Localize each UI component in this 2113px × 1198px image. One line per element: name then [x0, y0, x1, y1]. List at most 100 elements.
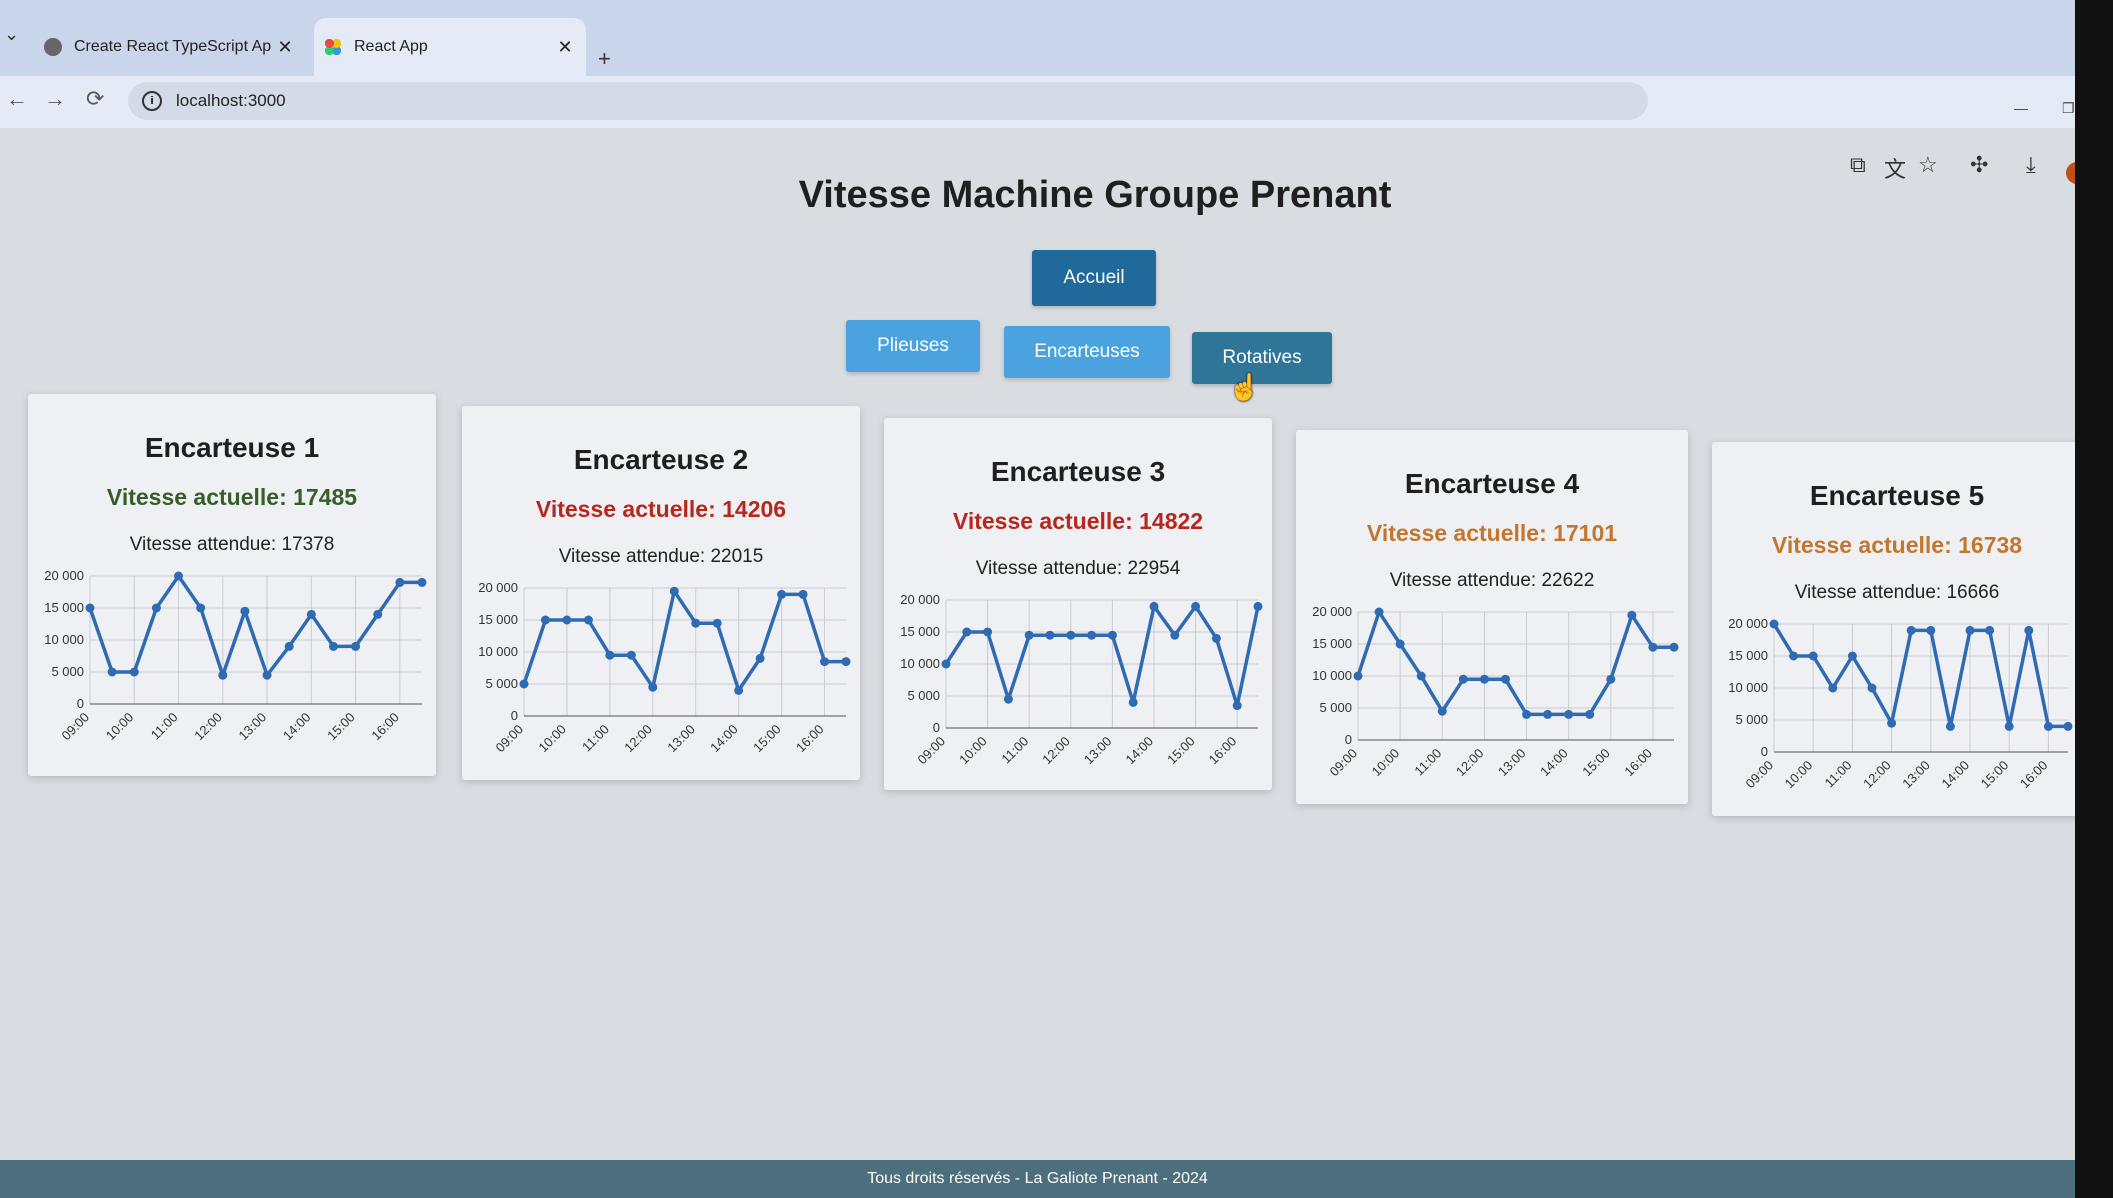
restore-icon[interactable]: ❐	[2062, 100, 2075, 117]
tab-create-react-app[interactable]: Create React TypeScript App ✕	[34, 18, 306, 76]
nav-rotatives-button[interactable]: Rotatives	[1192, 332, 1332, 384]
x-tick-label: 12:00	[191, 710, 225, 744]
current-speed: Vitesse actuelle: 17101	[1366, 520, 1618, 546]
data-point	[1232, 701, 1242, 711]
data-point	[284, 641, 294, 651]
speed-line-chart: 05 00010 00015 00020 00009:00 10:00 11:00 1…	[44, 568, 427, 744]
info-icon[interactable]: i	[142, 91, 162, 111]
x-tick-label: 12:00	[1039, 734, 1073, 768]
y-tick-label: 20 000	[1312, 604, 1352, 619]
x-tick-label: 09:00	[915, 734, 949, 768]
machine-title: Encarteuse 5	[1809, 480, 1985, 511]
speed-series-line	[1356, 610, 1674, 717]
machine-title: Encarteuse 4	[1404, 468, 1580, 499]
data-point	[1191, 601, 1201, 611]
data-point	[1253, 601, 1263, 611]
data-point	[1606, 674, 1616, 684]
tab-close-icon[interactable]: ✕	[552, 37, 578, 58]
data-point	[734, 685, 744, 695]
data-point	[1789, 651, 1799, 661]
data-point	[1395, 639, 1405, 649]
hand-cursor-icon: ☝	[1228, 372, 1261, 402]
data-point	[417, 577, 427, 587]
expected-speed: Vitesse attendue: 22954	[975, 558, 1181, 579]
nav-encarteuses-button[interactable]: Encarteuses	[1004, 326, 1170, 378]
x-tick-label: 15:00	[1579, 746, 1613, 780]
data-point	[240, 606, 250, 616]
machine-card: Encarteuse 4 Vitesse actuelle: 17101 Vites…	[1296, 430, 1688, 804]
new-tab-button[interactable]: +	[598, 46, 611, 72]
y-tick-label: 15 000	[44, 600, 84, 615]
data-point	[1828, 683, 1838, 693]
page-content: Vitesse Machine Groupe Prenant Accueil P…	[0, 128, 2075, 1198]
data-point	[2063, 721, 2073, 731]
x-tick-label: 16:00	[1621, 746, 1655, 780]
current-speed: Vitesse actuelle: 14206	[535, 496, 787, 522]
address-bar[interactable]: i localhost:3000	[128, 82, 1648, 120]
y-tick-label: 10 000	[900, 656, 940, 671]
speed-series-line	[1772, 623, 2068, 729]
data-point	[1847, 651, 1857, 661]
data-point	[218, 670, 228, 680]
nav-plieuses-button[interactable]: Plieuses	[846, 320, 980, 372]
react-favicon-icon	[44, 38, 62, 56]
data-point	[129, 667, 139, 677]
data-point	[1353, 671, 1363, 681]
browser-toolbar: ← → ⟳ i localhost:3000	[0, 76, 2075, 128]
reload-icon[interactable]: ⟳	[86, 86, 104, 112]
data-point	[1374, 607, 1384, 617]
y-tick-label: 0	[933, 720, 940, 735]
y-tick-label: 5 000	[485, 676, 518, 691]
x-tick-label: 16:00	[2017, 758, 2051, 792]
data-point	[1926, 625, 1936, 635]
data-point	[1965, 625, 1975, 635]
y-tick-label: 5 000	[1319, 700, 1352, 715]
tab-strip: ⌄ Create React TypeScript App ✕ React Ap…	[0, 0, 2075, 78]
machine-title: Encarteuse 2	[573, 444, 749, 475]
x-tick-label: 10:00	[1782, 758, 1816, 792]
y-tick-label: 10 000	[478, 644, 518, 659]
data-point	[1024, 630, 1034, 640]
data-point	[1543, 709, 1553, 719]
data-point	[1170, 630, 1180, 640]
tab-react-app[interactable]: React App ✕	[314, 18, 586, 76]
expected-speed: Vitesse attendue: 17378	[129, 534, 335, 555]
speed-line-chart: 05 00010 00015 00020 00009:00 10:00 11:00 1…	[1312, 604, 1679, 780]
y-tick-label: 0	[77, 696, 84, 711]
data-point	[107, 667, 117, 677]
tab-close-icon[interactable]: ✕	[272, 37, 298, 58]
y-tick-label: 15 000	[900, 624, 940, 639]
data-point	[519, 679, 529, 689]
data-point	[798, 589, 808, 599]
data-point	[1522, 709, 1532, 719]
browser-window: ⌄ Create React TypeScript App ✕ React Ap…	[0, 0, 2075, 1198]
monitor-bezel	[2075, 0, 2113, 1198]
speed-series-line	[88, 574, 422, 677]
y-tick-label: 20 000	[900, 592, 940, 607]
data-point	[941, 659, 951, 669]
data-point	[174, 571, 184, 581]
x-tick-label: 11:00	[579, 722, 612, 755]
data-point	[1416, 671, 1426, 681]
data-point	[1867, 683, 1877, 693]
speed-line-chart: 05 00010 00015 00020 00009:00 10:00 11:00 1…	[1728, 616, 2073, 792]
app-favicon-icon	[324, 38, 342, 56]
tab-search-icon[interactable]: ⌄	[4, 24, 19, 45]
data-point	[962, 627, 972, 637]
home-button[interactable]: Accueil	[1032, 250, 1156, 306]
back-icon[interactable]: ←	[6, 86, 28, 112]
x-tick-label: 12:00	[1860, 758, 1894, 792]
x-tick-label: 16:00	[368, 710, 402, 744]
data-point	[755, 653, 765, 663]
expected-speed: Vitesse attendue: 16666	[1794, 582, 2000, 603]
data-point	[262, 670, 272, 680]
footer: Tous droits réservés - La Galiote Prenan…	[0, 1160, 2075, 1198]
forward-icon[interactable]: →	[44, 86, 66, 112]
data-point	[648, 682, 658, 692]
x-tick-label: 13:00	[236, 710, 270, 744]
x-tick-label: 14:00	[1537, 746, 1571, 780]
data-point	[1107, 630, 1117, 640]
data-point	[1769, 619, 1779, 629]
minimize-icon[interactable]: —	[2014, 100, 2028, 116]
data-point	[562, 615, 572, 625]
